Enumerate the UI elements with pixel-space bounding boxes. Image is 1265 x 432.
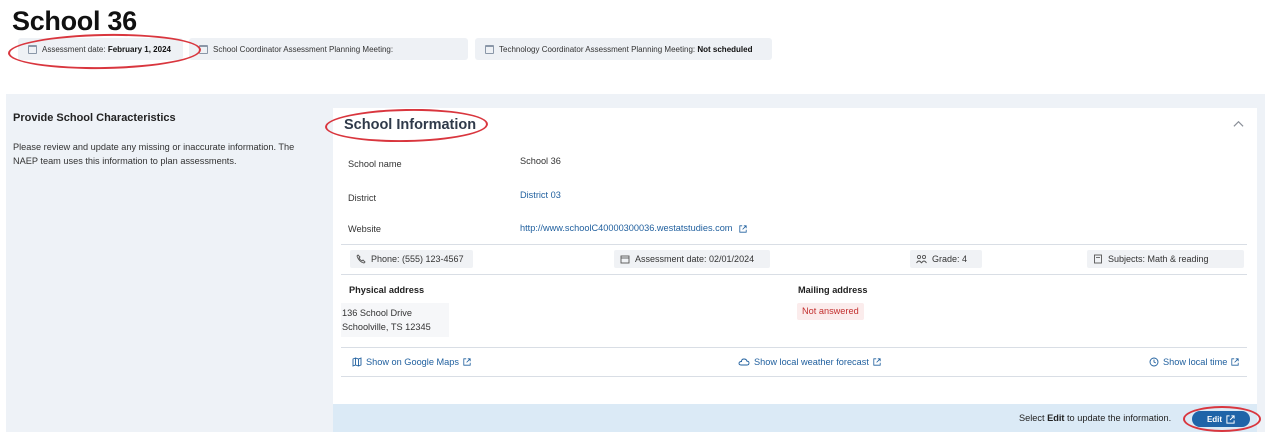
link-label[interactable]: Show on Google Maps — [366, 357, 459, 367]
calendar-icon — [485, 44, 494, 54]
school-coordinator-meeting-chip: School Coordinator Assessment Planning M… — [189, 38, 468, 60]
not-answered-badge: Not answered — [797, 303, 864, 320]
assessment-date-chip: Assessment date: February 1, 2024 — [18, 38, 183, 60]
grade-text: Grade: 4 — [932, 254, 968, 264]
section-description: Please review and update any missing or … — [13, 142, 295, 166]
card-title: School Information — [344, 117, 477, 133]
phone-text: Phone: (555) 123-4567 — [371, 254, 464, 264]
external-link-icon — [873, 358, 881, 366]
map-icon — [352, 357, 362, 367]
calendar-icon — [28, 44, 37, 54]
website-url[interactable]: http://www.schoolC40000300036.westatstud… — [520, 223, 732, 233]
show-weather-forecast-link[interactable]: Show local weather forecast — [738, 357, 881, 367]
address-line-1: 136 School Drive — [342, 308, 412, 318]
district-label: District — [348, 193, 377, 203]
assessment-date-text: Assessment date: 02/01/2024 — [635, 254, 755, 264]
external-link-icon — [463, 358, 471, 366]
footer-instruction: Select Edit to update the information. — [1019, 413, 1172, 423]
divider — [341, 244, 1247, 245]
link-label[interactable]: Show local weather forecast — [754, 357, 869, 367]
school-information-card — [333, 108, 1257, 432]
weather-icon — [738, 358, 750, 366]
clock-icon — [1149, 357, 1159, 367]
divider — [341, 274, 1247, 275]
link-label[interactable]: Show local time — [1163, 357, 1227, 367]
chip-label: Assessment date: — [42, 44, 106, 54]
chip-label: Technology Coordinator Assessment Planni… — [499, 44, 696, 54]
technology-coordinator-meeting-chip: Technology Coordinator Assessment Planni… — [475, 38, 772, 60]
website-link[interactable]: http://www.schoolC40000300036.westatstud… — [520, 223, 747, 233]
chevron-up-icon[interactable] — [1233, 119, 1244, 130]
subjects-chip: Subjects: Math & reading — [1087, 250, 1244, 268]
assessment-date-info-chip: Assessment date: 02/01/2024 — [614, 250, 770, 268]
book-icon — [1094, 254, 1102, 264]
show-google-maps-link[interactable]: Show on Google Maps — [352, 357, 471, 367]
chip-value: February 1, 2024 — [107, 44, 171, 54]
chip-value: Not scheduled — [697, 44, 753, 54]
calendar-icon — [199, 44, 208, 54]
school-name-label: School name — [348, 159, 402, 169]
edit-label[interactable]: Edit — [1207, 415, 1222, 424]
edit-button[interactable]: Edit — [1192, 411, 1250, 427]
external-link-icon — [739, 224, 747, 233]
calendar-icon — [620, 255, 630, 264]
page-title: School 36 — [12, 6, 137, 36]
show-local-time-link[interactable]: Show local time — [1149, 357, 1239, 367]
physical-address-label: Physical address — [349, 285, 425, 295]
divider — [341, 376, 1247, 377]
divider — [341, 347, 1247, 348]
subjects-text: Subjects: Math & reading — [1108, 254, 1209, 264]
grade-chip: Grade: 4 — [910, 250, 982, 268]
physical-address: 136 School Drive Schoolville, TS 12345 — [341, 303, 449, 337]
address-line-2: Schoolville, TS 12345 — [342, 322, 431, 332]
mailing-address-label: Mailing address — [798, 285, 868, 295]
website-label: Website — [348, 224, 382, 234]
district-link[interactable]: District 03 — [520, 190, 561, 200]
phone-chip: Phone: (555) 123-4567 — [350, 250, 473, 268]
phone-icon — [356, 254, 366, 264]
external-link-icon — [1226, 414, 1235, 424]
students-icon — [916, 254, 927, 264]
school-name-value: School 36 — [520, 156, 561, 166]
section-title: Provide School Characteristics — [13, 112, 176, 124]
external-link-icon — [1231, 358, 1239, 366]
chip-label: School Coordinator Assessment Planning M… — [213, 44, 394, 54]
